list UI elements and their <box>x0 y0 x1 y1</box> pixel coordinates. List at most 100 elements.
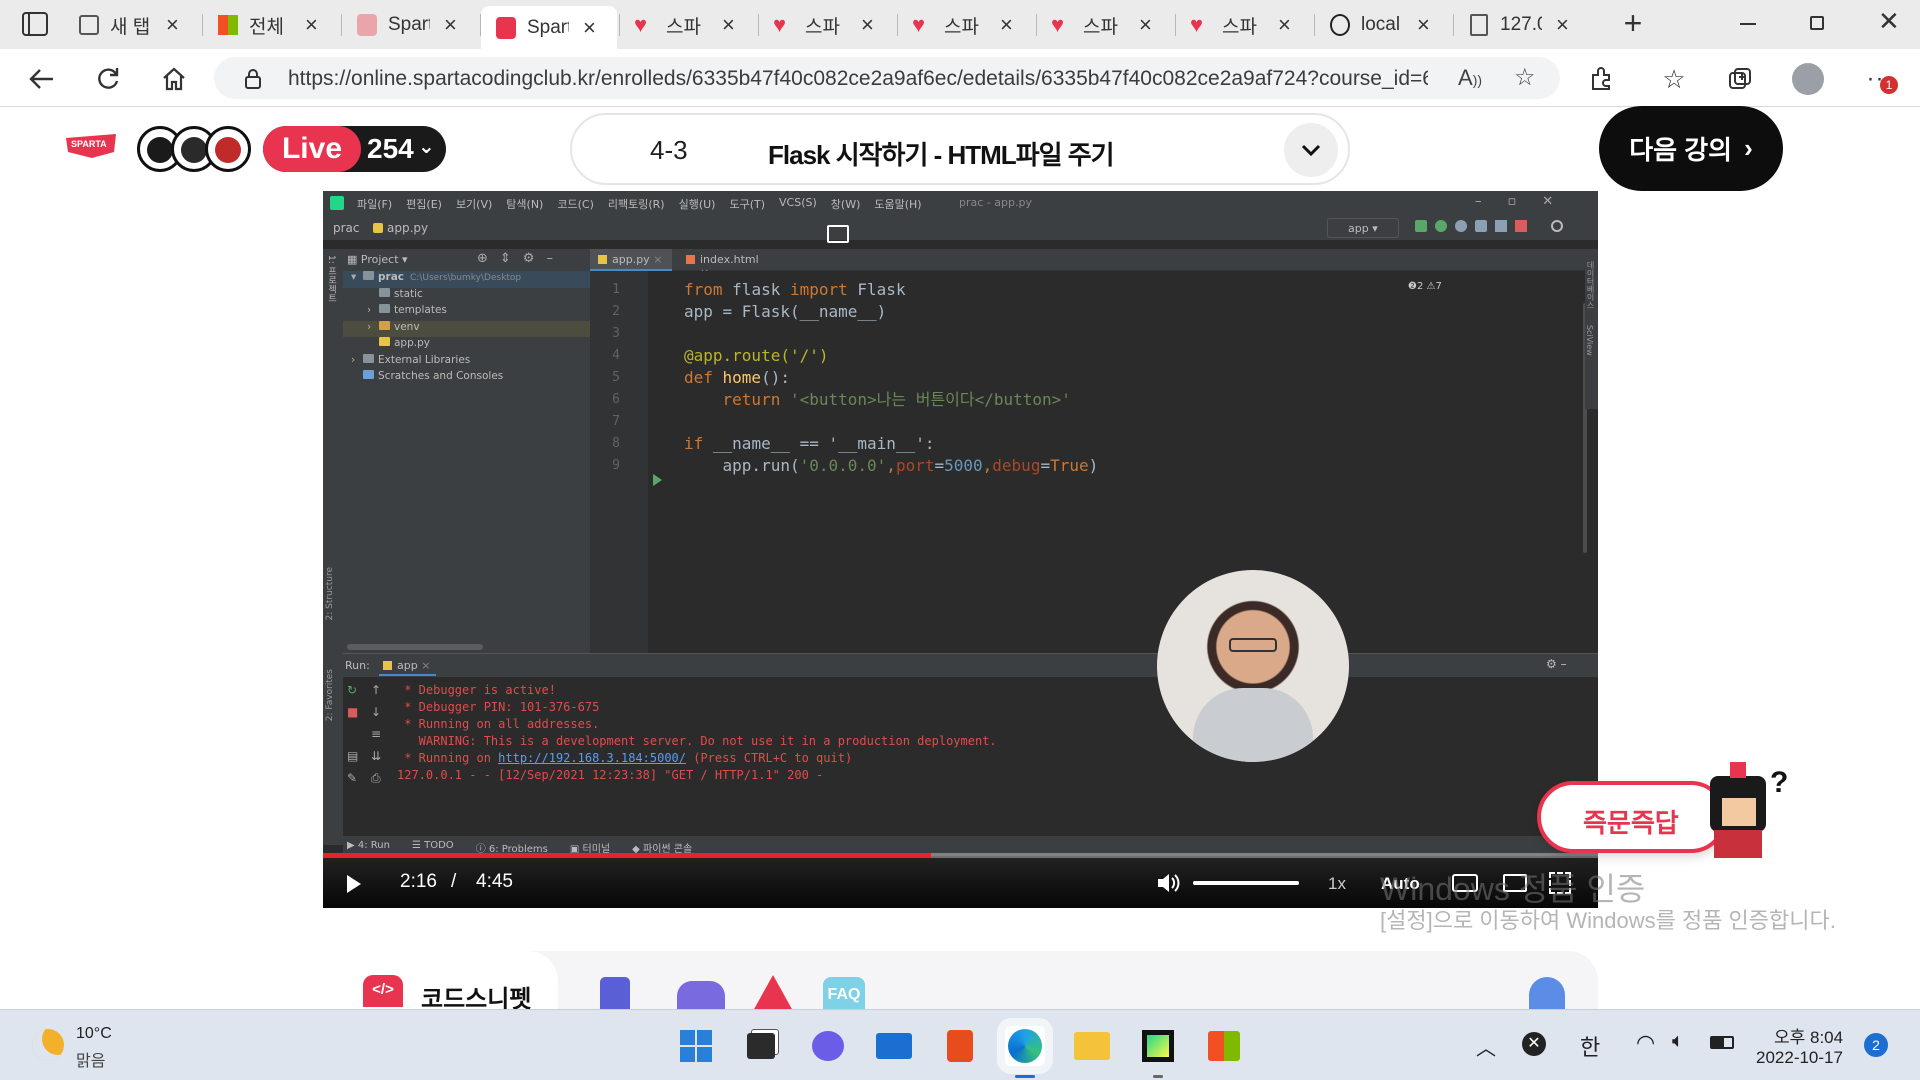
faq-icon[interactable]: FAQ <box>823 977 865 1011</box>
ide-menu-item[interactable]: 리팩토링(R) <box>608 196 665 212</box>
project-tree-item[interactable]: ▾ prac C:\Users\bumky\Desktop <box>343 271 590 288</box>
browser-tab[interactable]: ♥ 스파 × <box>1037 8 1173 42</box>
project-tree-item[interactable]: static <box>343 287 590 305</box>
search-everywhere-icon[interactable] <box>1551 220 1563 232</box>
lock-icon[interactable] <box>244 68 262 95</box>
ide-menu-item[interactable]: VCS(S) <box>779 196 817 212</box>
task-view-icon[interactable] <box>741 1026 781 1066</box>
back-button[interactable] <box>24 61 60 97</box>
collections-icon[interactable] <box>1722 61 1758 97</box>
ide-menu-item[interactable]: 편집(E) <box>406 196 442 212</box>
video-player[interactable]: 파일(F) 편집(E) 보기(V) 탐색(N) 코드(C) 리팩토링(R) 실행(U) 도구(… <box>323 191 1598 908</box>
code-line[interactable]: app.run('0.0.0.0',port=5000,debug=True) <box>684 455 1099 477</box>
profile-avatar[interactable] <box>1790 61 1826 97</box>
checklist-icon[interactable] <box>600 977 630 1011</box>
run-icon[interactable] <box>1415 220 1427 232</box>
weather-moon-icon[interactable] <box>32 1029 64 1061</box>
store-icon[interactable] <box>1204 1026 1244 1066</box>
code-line[interactable]: app = Flask(__name__) <box>684 301 1098 323</box>
mail-icon[interactable] <box>874 1026 914 1066</box>
project-tool-label[interactable]: 1: 프로젝트 <box>325 255 338 303</box>
url-text[interactable]: https://online.spartacodingclub.kr/enrol… <box>288 67 1428 91</box>
new-tab-button[interactable]: + <box>1616 7 1650 42</box>
tree-arrow-icon[interactable]: › <box>351 354 363 366</box>
volume-tray-icon[interactable]: 🔈︎ <box>1672 1030 1684 1053</box>
office-icon[interactable] <box>940 1026 980 1066</box>
pin-icon[interactable]: ✎ <box>347 771 371 786</box>
browser-tab[interactable]: ♥ 스파 × <box>620 8 756 42</box>
chat-icon[interactable] <box>808 1026 848 1066</box>
close-tab-icon[interactable]: × <box>861 12 874 38</box>
warning-icon[interactable] <box>753 975 793 1011</box>
sparta-mascot[interactable]: ? <box>1700 756 1788 860</box>
browser-tab[interactable]: ♥ 스파 × <box>898 8 1034 42</box>
project-tree-item[interactable]: app.py <box>343 337 590 354</box>
browser-tab[interactable]: 새 탭 × <box>64 8 200 42</box>
speed-button[interactable]: 1x <box>1328 874 1346 894</box>
ide-menu-item[interactable]: 실행(U) <box>679 196 716 212</box>
run-tab-app[interactable]: app × <box>379 654 437 676</box>
clock-time[interactable]: 오후 8:04 <box>1774 1023 1843 1048</box>
project-horizontal-scrollbar[interactable] <box>347 644 483 650</box>
soft-wrap-icon[interactable]: ≡ <box>371 727 395 741</box>
settings-gear-icon[interactable] <box>1529 977 1565 1011</box>
close-tab-icon[interactable]: × <box>305 12 318 38</box>
stop-icon[interactable] <box>1515 220 1527 232</box>
browser-tab[interactable]: ♥ 스파 × <box>759 8 895 42</box>
close-window-button[interactable]: ✕ <box>1878 6 1900 37</box>
run-pane-settings-icon[interactable]: ⚙ – <box>1546 657 1567 671</box>
up-icon[interactable]: ↑ <box>371 683 395 697</box>
browser-tab[interactable]: 전체 × <box>203 8 339 42</box>
pip-exit-icon[interactable] <box>827 225 849 243</box>
clock-date[interactable]: 2022-10-17 <box>1756 1048 1843 1068</box>
seek-bar[interactable] <box>323 853 1598 858</box>
project-panel-header[interactable]: ▦ Project ▾ <box>347 253 408 266</box>
ide-menu-item[interactable]: 도구(T) <box>729 196 765 212</box>
close-tab-icon[interactable]: × <box>1000 12 1013 38</box>
ide-menu-item[interactable]: 창(W) <box>831 196 861 212</box>
volume-icon[interactable] <box>1156 872 1180 898</box>
start-icon[interactable] <box>676 1026 716 1066</box>
tree-arrow-icon[interactable]: › <box>367 321 379 333</box>
favorites-icon[interactable]: ☆ <box>1656 61 1692 97</box>
extensions-icon[interactable] <box>1584 61 1620 97</box>
close-tab-icon[interactable]: × <box>1556 12 1569 38</box>
ide-menu-item[interactable]: 도움말(H) <box>874 196 921 212</box>
code-line[interactable]: from flask import Flask <box>684 279 1098 301</box>
project-tree-item[interactable]: › External Libraries <box>343 353 590 371</box>
sparta-logo[interactable]: SPARTA <box>62 132 120 160</box>
console-link[interactable]: http://192.168.3.184:5000/ <box>498 751 686 765</box>
weather-condition[interactable]: 맑음 <box>76 1047 105 1071</box>
stop-run-icon[interactable]: ■ <box>347 705 371 719</box>
project-tree-item[interactable]: › templates <box>343 304 590 321</box>
close-tab-icon[interactable]: × <box>1417 12 1430 38</box>
tab-code-snippet[interactable]: </> 코드스니펫 <box>323 951 558 1013</box>
file-explorer-icon[interactable] <box>1072 1026 1112 1066</box>
lecture-selector[interactable]: 4-3 Flask 시작하기 - HTML파일 주기 <box>570 113 1350 185</box>
close-tab-icon[interactable]: × <box>1139 12 1152 38</box>
print-icon[interactable]: ⎙ <box>371 771 395 786</box>
browser-tab[interactable]: Spart × <box>481 6 617 49</box>
close-tab-icon[interactable]: × <box>722 12 735 38</box>
ide-menu-item[interactable]: 파일(F) <box>357 196 392 212</box>
add-favorite-icon[interactable]: ☆ <box>1514 63 1536 92</box>
play-button[interactable] <box>347 875 361 893</box>
read-aloud-icon[interactable]: A)) <box>1458 65 1482 91</box>
ide-menu-item[interactable]: 보기(V) <box>456 196 492 212</box>
edge-icon[interactable] <box>1005 1026 1045 1066</box>
browser-tab[interactable]: 127.0 × <box>1454 8 1590 42</box>
ide-menu-item[interactable]: 탐색(N) <box>506 196 543 212</box>
down-icon[interactable]: ↓ <box>371 705 395 719</box>
close-tab-icon[interactable]: × <box>1278 12 1291 38</box>
home-button[interactable] <box>156 61 192 97</box>
scroll-end-icon[interactable]: ⇊ <box>371 749 395 763</box>
browser-tab[interactable]: Spart × <box>342 8 478 42</box>
weather-temp[interactable]: 10°C <box>76 1025 112 1043</box>
build-icon[interactable] <box>1495 220 1507 232</box>
profile-icon[interactable] <box>1475 220 1487 232</box>
next-lecture-button[interactable]: 다음 강의 › <box>1599 106 1783 191</box>
notification-count[interactable]: 2 <box>1864 1033 1888 1057</box>
code-line[interactable]: def home(): <box>684 367 1098 389</box>
close-tab-icon[interactable]: × <box>583 15 596 41</box>
tree-arrow-icon[interactable]: ▾ <box>351 271 363 283</box>
